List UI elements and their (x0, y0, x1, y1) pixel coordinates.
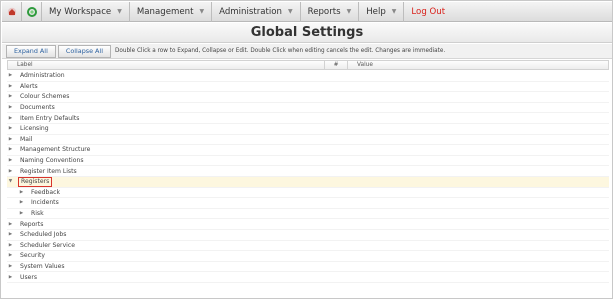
tree-child-row[interactable]: ▶ Incidents (7, 198, 609, 209)
expand-arrow-icon[interactable]: ▶ (18, 211, 25, 216)
tree-child-row[interactable]: ▶ Risk (7, 209, 609, 220)
tree-row[interactable]: ▶ Security (7, 251, 609, 262)
expand-arrow-icon[interactable]: ▶ (7, 137, 14, 142)
logout-link[interactable]: Log Out (404, 2, 452, 22)
chevron-down-icon: ▼ (391, 8, 397, 15)
expand-arrow-icon[interactable]: ▶ (7, 116, 14, 121)
row-label: Colour Schemes (20, 93, 70, 101)
tree-row[interactable]: ▶ Mail (7, 135, 609, 146)
tree-row[interactable]: ▶ Scheduler Service (7, 241, 609, 252)
tree-row[interactable]: ▶ Documents (7, 103, 609, 114)
nav-label: Management (136, 6, 194, 17)
row-label: Users (20, 273, 38, 281)
row-label: Feedback (31, 188, 61, 196)
chevron-down-icon: ▼ (117, 8, 122, 15)
row-label: Registers (18, 176, 53, 187)
nav-my-workspace[interactable]: My Workspace ▼ (42, 1, 130, 22)
row-label: Alerts (20, 82, 38, 90)
row-label: Incidents (31, 199, 59, 207)
tree-row[interactable]: ▶ Administration (7, 71, 609, 82)
expand-arrow-icon[interactable]: ▶ (7, 264, 14, 269)
row-label: Administration (20, 72, 65, 80)
settings-tree: ▶ Administration ▶ Alerts ▶ Colour Schemes … (7, 71, 609, 283)
tree-row[interactable]: ▶ Licensing (7, 124, 609, 135)
nav-label: Help (366, 6, 386, 17)
row-label: Register Item Lists (20, 167, 77, 175)
row-label: System Values (20, 262, 65, 270)
top-navigation-bar: My Workspace ▼ Management ▼ Administrati… (2, 1, 612, 22)
row-label: Security (20, 252, 46, 260)
nav-management[interactable]: Management ▼ (130, 1, 213, 22)
expand-arrow-icon[interactable]: ▶ (18, 190, 25, 195)
expand-arrow-icon[interactable]: ▶ (7, 275, 14, 280)
nav-label: Reports (307, 6, 341, 17)
tree-row[interactable]: ▶ System Values (7, 262, 609, 273)
refresh-icon[interactable] (22, 1, 42, 22)
collapse-all-button[interactable]: Collapse All (57, 44, 111, 58)
grid-header: Label # Value (7, 60, 609, 70)
row-label: Item Entry Defaults (20, 114, 80, 122)
expand-arrow-icon[interactable]: ▶ (7, 253, 14, 258)
home-icon[interactable] (2, 1, 22, 22)
row-label: Mail (20, 135, 33, 143)
expand-arrow-icon[interactable]: ▶ (7, 84, 14, 89)
row-label: Scheduler Service (20, 241, 75, 249)
tree-row-selected[interactable]: ▼ Registers (7, 176, 609, 188)
expand-arrow-icon[interactable]: ▶ (7, 94, 14, 99)
expand-arrow-icon[interactable]: ▶ (7, 126, 14, 131)
tree-row[interactable]: ▶ Alerts (7, 82, 609, 93)
nav-administration[interactable]: Administration ▼ (212, 1, 301, 22)
expand-arrow-icon[interactable]: ▶ (7, 169, 14, 174)
page-title: Global Settings (2, 23, 612, 43)
tree-row[interactable]: ▶ Item Entry Defaults (7, 113, 609, 124)
chevron-down-icon: ▼ (346, 8, 352, 15)
tree-row[interactable]: ▶ Naming Conventions (7, 156, 609, 167)
expand-arrow-icon[interactable]: ▶ (7, 73, 14, 78)
column-header-value[interactable]: Value (348, 61, 608, 69)
collapse-arrow-icon[interactable]: ▼ (7, 179, 14, 184)
row-label: Management Structure (20, 146, 91, 154)
column-header-number[interactable]: # (325, 61, 348, 69)
expand-arrow-icon[interactable]: ▶ (7, 222, 14, 227)
tree-row[interactable]: ▶ Register Item Lists (7, 166, 609, 177)
expand-arrow-icon[interactable]: ▶ (7, 105, 14, 110)
row-label: Risk (31, 210, 44, 218)
row-label: Reports (20, 220, 44, 228)
tree-row[interactable]: ▶ Colour Schemes (7, 92, 609, 103)
expand-arrow-icon[interactable]: ▶ (7, 158, 14, 163)
nav-label: Administration (219, 6, 282, 17)
nav-help[interactable]: Help ▼ (359, 1, 405, 22)
row-label: Licensing (20, 125, 49, 133)
tree-row[interactable]: ▶ Scheduled Jobs (7, 230, 609, 241)
tree-child-row[interactable]: ▶ Feedback (7, 188, 609, 199)
column-header-label[interactable]: Label (8, 61, 325, 69)
expand-arrow-icon[interactable]: ▶ (7, 147, 14, 152)
row-label: Documents (20, 104, 55, 112)
nav-label: My Workspace (49, 6, 112, 17)
expand-arrow-icon[interactable]: ▶ (7, 243, 14, 248)
toolbar: Expand All Collapse All Double Click a r… (2, 44, 612, 59)
window-frame: My Workspace ▼ Management ▼ Administrati… (0, 0, 613, 299)
nav-reports[interactable]: Reports ▼ (301, 1, 360, 22)
chevron-down-icon: ▼ (287, 8, 293, 15)
row-label: Scheduled Jobs (20, 231, 67, 239)
chevron-down-icon: ▼ (199, 8, 205, 15)
tree-row[interactable]: ▶ Users (7, 272, 609, 283)
help-instructions: Double Click a row to Expand, Collapse o… (114, 48, 446, 54)
row-label: Naming Conventions (20, 157, 84, 165)
expand-all-button[interactable]: Expand All (6, 44, 56, 58)
expand-arrow-icon[interactable]: ▶ (18, 200, 25, 205)
tree-row[interactable]: ▶ Reports (7, 219, 609, 230)
expand-arrow-icon[interactable]: ▶ (7, 232, 14, 237)
tree-row[interactable]: ▶ Management Structure (7, 145, 609, 156)
